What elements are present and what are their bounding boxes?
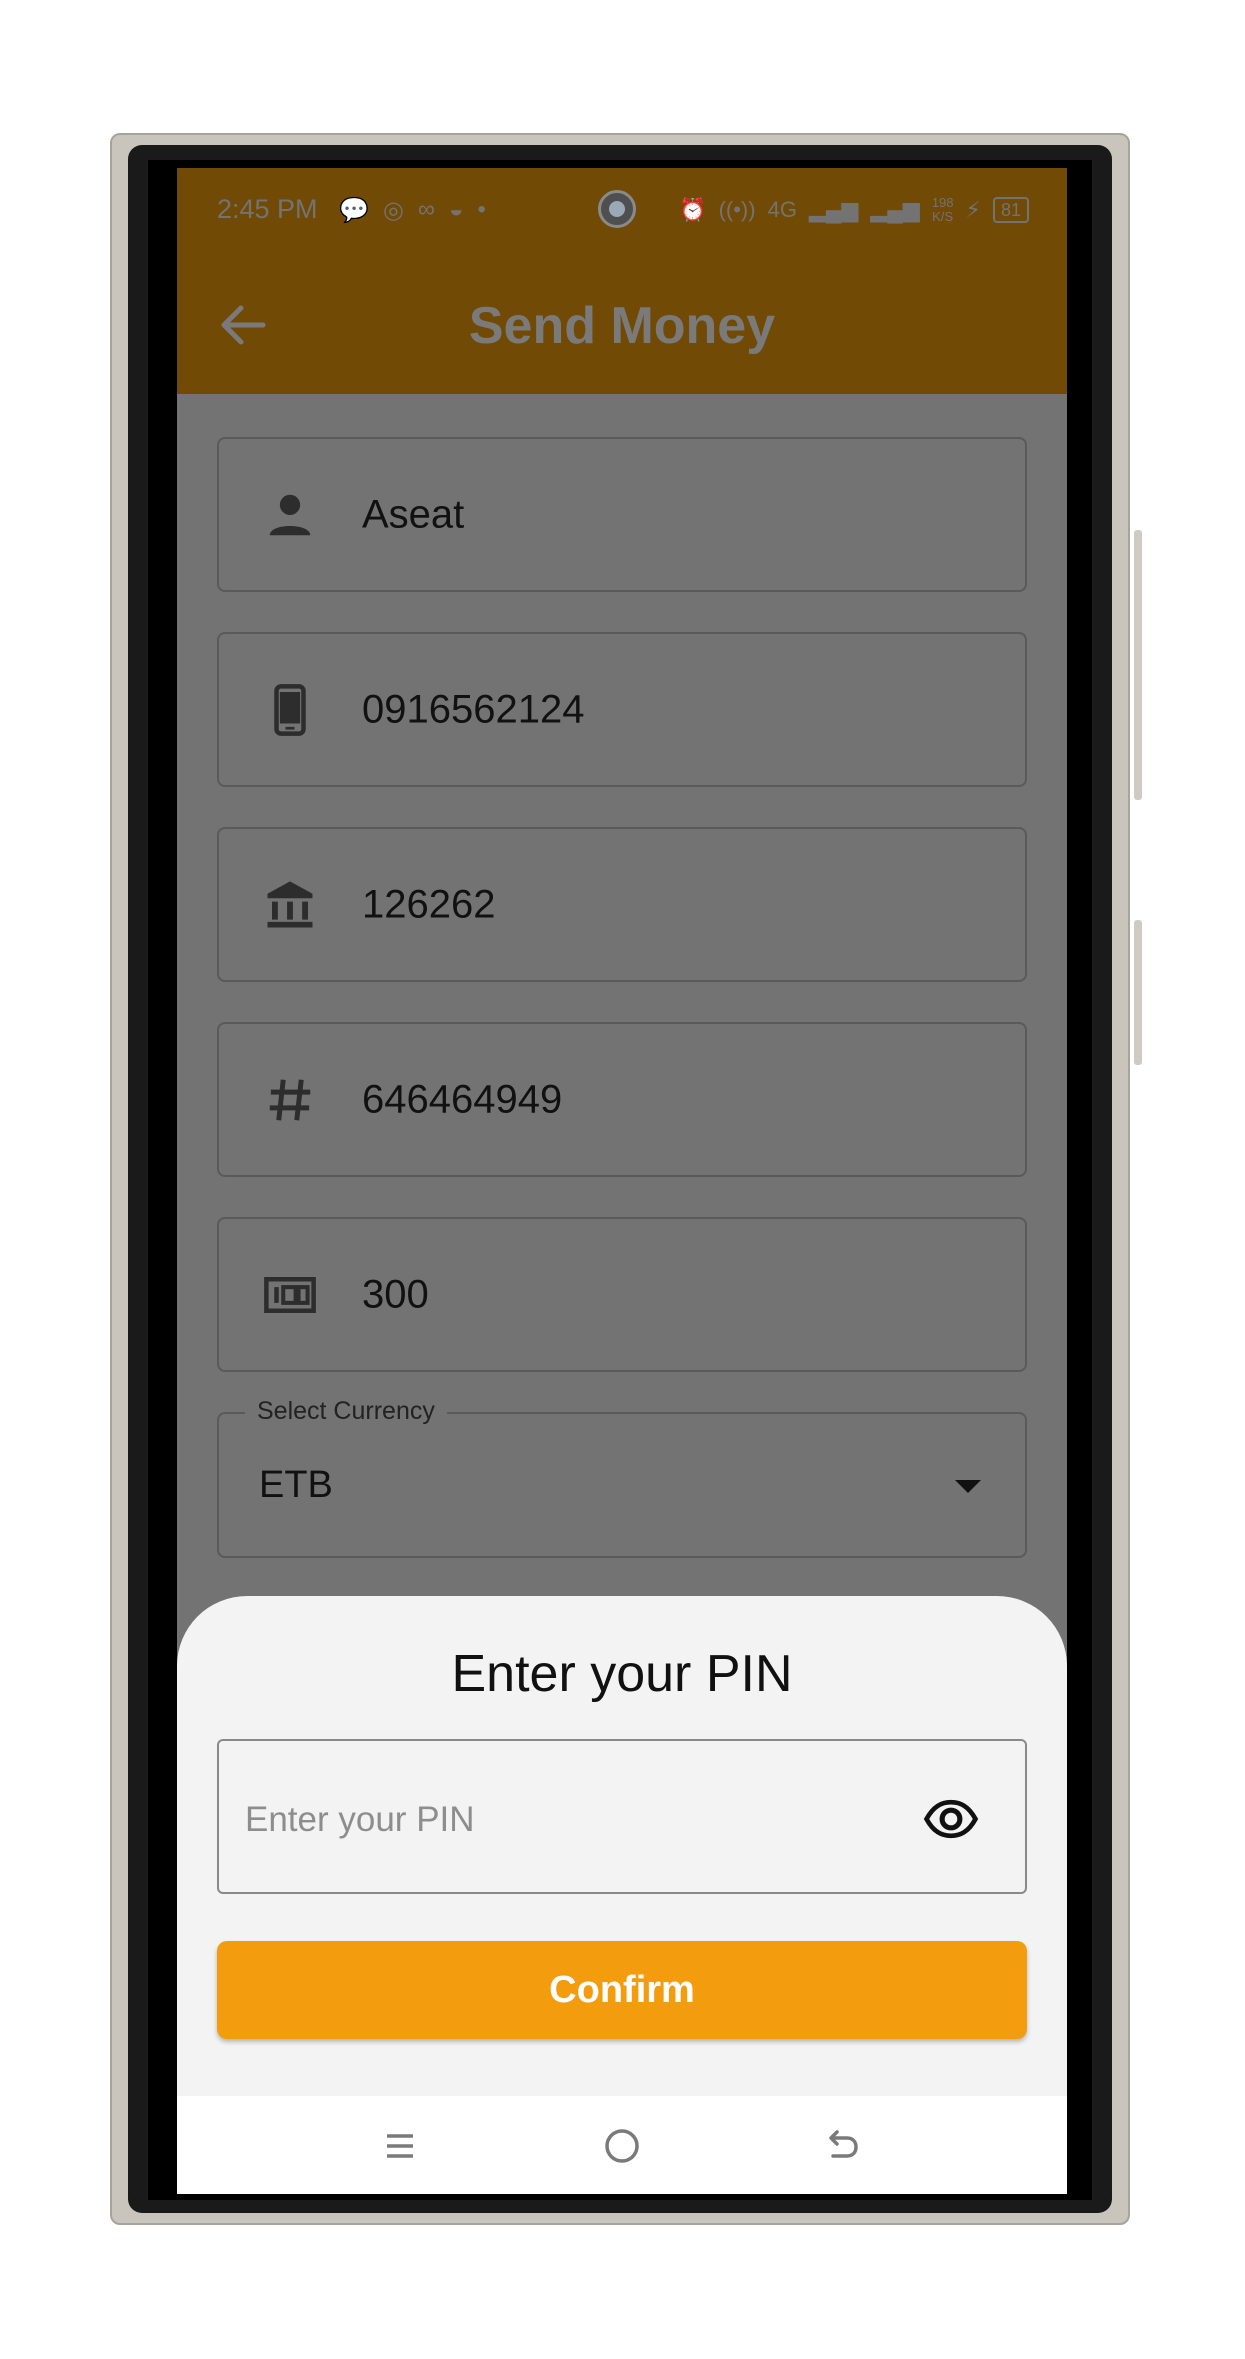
signal-icon-2: ▂▄▆	[870, 197, 920, 222]
dot-icon: •	[477, 196, 486, 223]
amount-value: 300	[362, 1272, 429, 1316]
account-number-field[interactable]: 646464949	[217, 1022, 1027, 1177]
notification-icons: 💬 ◎ ∞ ◒ •	[339, 196, 486, 225]
messenger-icon: ◎	[382, 197, 404, 224]
pin-bottom-sheet: Enter your PIN Confirm	[177, 1596, 1067, 2096]
net-speed: 198 K/S	[932, 196, 954, 224]
phone-number-field[interactable]: 0916562124	[217, 632, 1027, 787]
charging-icon: ⚡	[965, 197, 981, 222]
signal-icon: ▂▄▆	[808, 197, 859, 222]
hash-icon	[269, 1078, 311, 1121]
power-button	[1134, 920, 1142, 1065]
currency-label: Select Currency	[245, 1397, 447, 1426]
status-time: 2:45 PM	[217, 194, 318, 224]
hotspot-icon: ((•))	[718, 197, 756, 222]
status-bar: 2:45 PM 💬 ◎ ∞ ◒ • ⏰ ((•)) 4G ▂▄▆ ▂▄▆ 198…	[177, 168, 1067, 256]
bank-field[interactable]: 126262	[217, 827, 1027, 982]
network-type: 4G	[767, 197, 797, 222]
system-icons: ⏰ ((•)) 4G ▂▄▆ ▂▄▆ 198 K/S ⚡ 81	[679, 196, 1029, 224]
recipient-name-field[interactable]: Aseat	[217, 437, 1027, 592]
pin-field[interactable]	[217, 1739, 1027, 1894]
volume-button	[1134, 530, 1142, 800]
back-icon[interactable]	[821, 2124, 865, 2168]
bowl-icon: ◒	[448, 196, 464, 223]
recipient-name-value: Aseat	[362, 492, 465, 536]
glasses-icon: ∞	[417, 196, 435, 223]
net-speed-unit: K/S	[932, 209, 954, 224]
recents-icon[interactable]	[378, 2124, 422, 2168]
amount-field[interactable]: 300	[217, 1217, 1027, 1372]
system-nav-bar	[177, 2096, 1067, 2194]
pin-input[interactable]	[243, 1791, 907, 1849]
money-icon	[264, 1276, 316, 1313]
app-bar: Send Money	[177, 256, 1067, 394]
alarm-icon: ⏰	[679, 197, 707, 222]
chat-bubble-icon: 💬	[339, 197, 369, 224]
battery-level: 81	[992, 197, 1029, 223]
page-title: Send Money	[468, 297, 776, 355]
home-icon[interactable]	[600, 2124, 644, 2168]
phone-number-value: 0916562124	[362, 687, 585, 731]
phone-screen: 2:45 PM 💬 ◎ ∞ ◒ • ⏰ ((•)) 4G ▂▄▆ ▂▄▆ 198…	[177, 168, 1067, 2194]
phone-icon	[274, 683, 306, 736]
eye-icon[interactable]	[923, 1791, 979, 1847]
front-camera	[598, 190, 636, 228]
dropdown-caret-icon	[955, 1480, 981, 1493]
confirm-button[interactable]: Confirm	[217, 1941, 1027, 2039]
bank-value: 126262	[362, 882, 496, 926]
person-icon	[269, 494, 311, 535]
bank-icon	[267, 880, 313, 927]
currency-value: ETB	[259, 1464, 333, 1506]
currency-select[interactable]: Select Currency ETB	[217, 1397, 1027, 1558]
pin-sheet-title: Enter your PIN	[451, 1645, 793, 1703]
account-number-value: 646464949	[362, 1077, 563, 1121]
net-speed-value: 198	[931, 195, 954, 210]
